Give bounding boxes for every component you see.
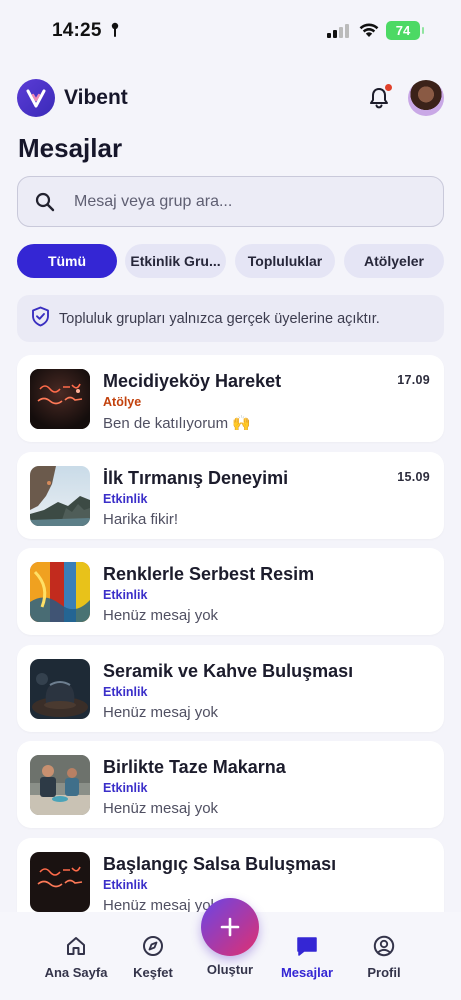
nav-explore-label: Keşfet xyxy=(133,965,173,980)
signal-icon xyxy=(327,24,349,43)
conversation-type: Atölye xyxy=(103,395,142,409)
conversation-item[interactable]: İlk Tırmanış Deneyimi Etkinlik Harika fi… xyxy=(17,452,444,539)
conversation-last-message: Henüz mesaj yok xyxy=(103,704,219,721)
app-logo[interactable] xyxy=(17,79,55,117)
notifications-button[interactable] xyxy=(368,84,392,110)
search-icon xyxy=(35,192,55,217)
conversation-title: Mecidiyeköy Hareket xyxy=(103,371,282,391)
home-icon xyxy=(67,937,85,955)
conversation-thumbnail xyxy=(30,562,90,622)
conversation-item[interactable]: Birlikte Taze Makarna Etkinlik Henüz mes… xyxy=(17,741,444,828)
conversation-type: Etkinlik xyxy=(103,685,148,699)
conversation-last-message: Henüz mesaj yok xyxy=(103,897,219,912)
conversation-title: Başlangıç Salsa Buluşması xyxy=(103,854,337,874)
wifi-icon xyxy=(358,21,380,43)
user-circle-icon xyxy=(373,935,395,957)
conversation-thumbnail xyxy=(30,369,90,429)
conversation-thumbnail xyxy=(30,852,90,912)
conversation-last-message: Henüz mesaj yok xyxy=(103,800,219,817)
conversation-title: Birlikte Taze Makarna xyxy=(103,757,286,777)
app-header: Vibent xyxy=(17,78,444,118)
filter-chip-all[interactable]: Tümü xyxy=(17,244,117,278)
status-bar: 14:25 74 xyxy=(0,0,461,62)
conversation-last-message: Henüz mesaj yok xyxy=(103,607,219,624)
conversation-title: Seramik ve Kahve Buluşması xyxy=(103,661,354,681)
search-bar xyxy=(17,176,444,227)
conversation-date: 17.09 xyxy=(397,373,430,387)
conversation-last-message: Harika fikir! xyxy=(103,511,179,528)
battery-icon: 74 xyxy=(386,21,424,40)
conversation-thumbnail xyxy=(30,755,90,815)
compass-icon xyxy=(143,936,163,956)
conversation-item[interactable]: Renklerle Serbest Resim Etkinlik Henüz m… xyxy=(17,548,444,635)
conversation-thumbnail xyxy=(30,659,90,719)
notification-dot xyxy=(385,84,392,91)
filter-chip-communities[interactable]: Topluluklar xyxy=(235,244,335,278)
conversation-title: Renklerle Serbest Resim xyxy=(103,564,315,584)
conversation-type: Etkinlik xyxy=(103,588,148,602)
plus-icon xyxy=(220,917,240,937)
filter-chip-workshops[interactable]: Atölyeler xyxy=(344,244,444,278)
conversation-type: Etkinlik xyxy=(103,781,148,795)
conversation-item[interactable]: Seramik ve Kahve Buluşması Etkinlik Henü… xyxy=(17,645,444,732)
conversation-thumbnail xyxy=(30,466,90,526)
create-button[interactable] xyxy=(201,898,259,956)
info-banner: Topluluk grupları yalnızca gerçek üyeler… xyxy=(17,295,444,342)
filter-chip-event-groups[interactable]: Etkinlik Gru... xyxy=(125,244,226,278)
nav-home-label: Ana Sayfa xyxy=(44,965,108,980)
search-input[interactable] xyxy=(74,177,414,226)
conversation-type: Etkinlik xyxy=(103,492,148,506)
page-title: Mesajlar xyxy=(18,133,123,163)
conversation-title: İlk Tırmanış Deneyimi xyxy=(103,468,289,488)
nav-home[interactable]: Ana Sayfa xyxy=(40,912,112,1000)
shield-check-icon xyxy=(31,306,50,332)
location-arrow-icon xyxy=(110,22,120,43)
nav-messages-label: Mesajlar xyxy=(280,965,334,980)
nav-profile-label: Profil xyxy=(367,965,401,980)
conversation-type: Etkinlik xyxy=(103,878,148,892)
profile-avatar[interactable] xyxy=(408,80,444,116)
nav-create-label: Oluştur xyxy=(206,962,254,977)
app-name: Vibent xyxy=(64,86,128,109)
conversation-date: 15.09 xyxy=(397,470,430,484)
conversation-last-message: Ben de katılıyorum 🙌 xyxy=(103,415,251,432)
nav-messages[interactable]: Mesajlar xyxy=(274,912,340,1000)
info-banner-text: Topluluk grupları yalnızca gerçek üyeler… xyxy=(59,310,380,327)
nav-profile[interactable]: Profil xyxy=(356,912,412,1000)
nav-explore[interactable]: Keşfet xyxy=(122,912,184,1000)
chat-bubble-icon xyxy=(297,937,317,956)
status-time: 14:25 xyxy=(52,20,102,41)
conversation-list: Mecidiyeköy Hareket Atölye Ben de katılı… xyxy=(0,355,461,912)
conversation-item[interactable]: Mecidiyeköy Hareket Atölye Ben de katılı… xyxy=(17,355,444,442)
